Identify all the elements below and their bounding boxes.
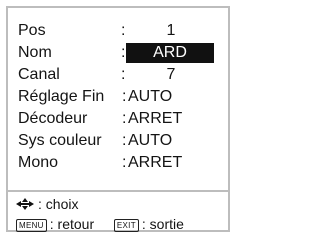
menu-colon: : [122,88,127,105]
menu-colon: : [122,132,127,149]
menu-row-decodeur[interactable]: Décodeur : ARRET [8,108,228,130]
footer-hint-choice: : choix [16,194,78,214]
footer-exit-label: : sortie [141,216,184,232]
tv-osd-menu: Pos : 1 Nom : ARD Canal : 7 Réglage Fin … [6,6,230,232]
menu-value-mono: ARRET [128,154,183,171]
menu-value-sys-couleur: AUTO [128,132,173,149]
exit-key-icon: EXIT [113,218,139,232]
menu-colon: : [122,154,127,171]
menu-row-sys-couleur[interactable]: Sys couleur : AUTO [8,130,228,152]
menu-label-sys-couleur: Sys couleur [18,132,102,149]
footer-hint-keys: MENU: retour EXIT: sortie [16,214,184,234]
menu-label-pos: Pos [18,22,46,39]
menu-colon: : [121,44,126,61]
menu-row-pos[interactable]: Pos : 1 [8,20,228,42]
four-arrow-icon [16,195,34,215]
footer-choice-label: : choix [38,196,79,212]
menu-row-reglage-fin[interactable]: Réglage Fin : AUTO [8,86,228,108]
footer-back-label: : retour [49,216,95,232]
menu-colon: : [122,110,127,127]
menu-value-reglage-fin: AUTO [128,88,173,105]
footer-divider [8,190,228,192]
menu-label-reglage-fin: Réglage Fin [18,88,105,105]
menu-label-nom: Nom [18,44,52,61]
menu-value-nom-selected[interactable]: ARD [126,43,214,63]
menu-label-decodeur: Décodeur [18,110,88,127]
menu-label-canal: Canal [18,66,60,83]
menu-colon: : [121,66,126,83]
menu-colon: : [121,22,126,39]
menu-row-nom[interactable]: Nom : ARD [8,42,228,64]
menu-key-icon: MENU [16,218,47,232]
menu-value-pos: 1 [166,22,176,39]
menu-row-canal[interactable]: Canal : 7 [8,64,228,86]
menu-label-mono: Mono [18,154,59,171]
menu-value-decodeur: ARRET [128,110,183,127]
menu-row-mono[interactable]: Mono : ARRET [8,152,228,174]
menu-value-canal: 7 [166,66,176,83]
